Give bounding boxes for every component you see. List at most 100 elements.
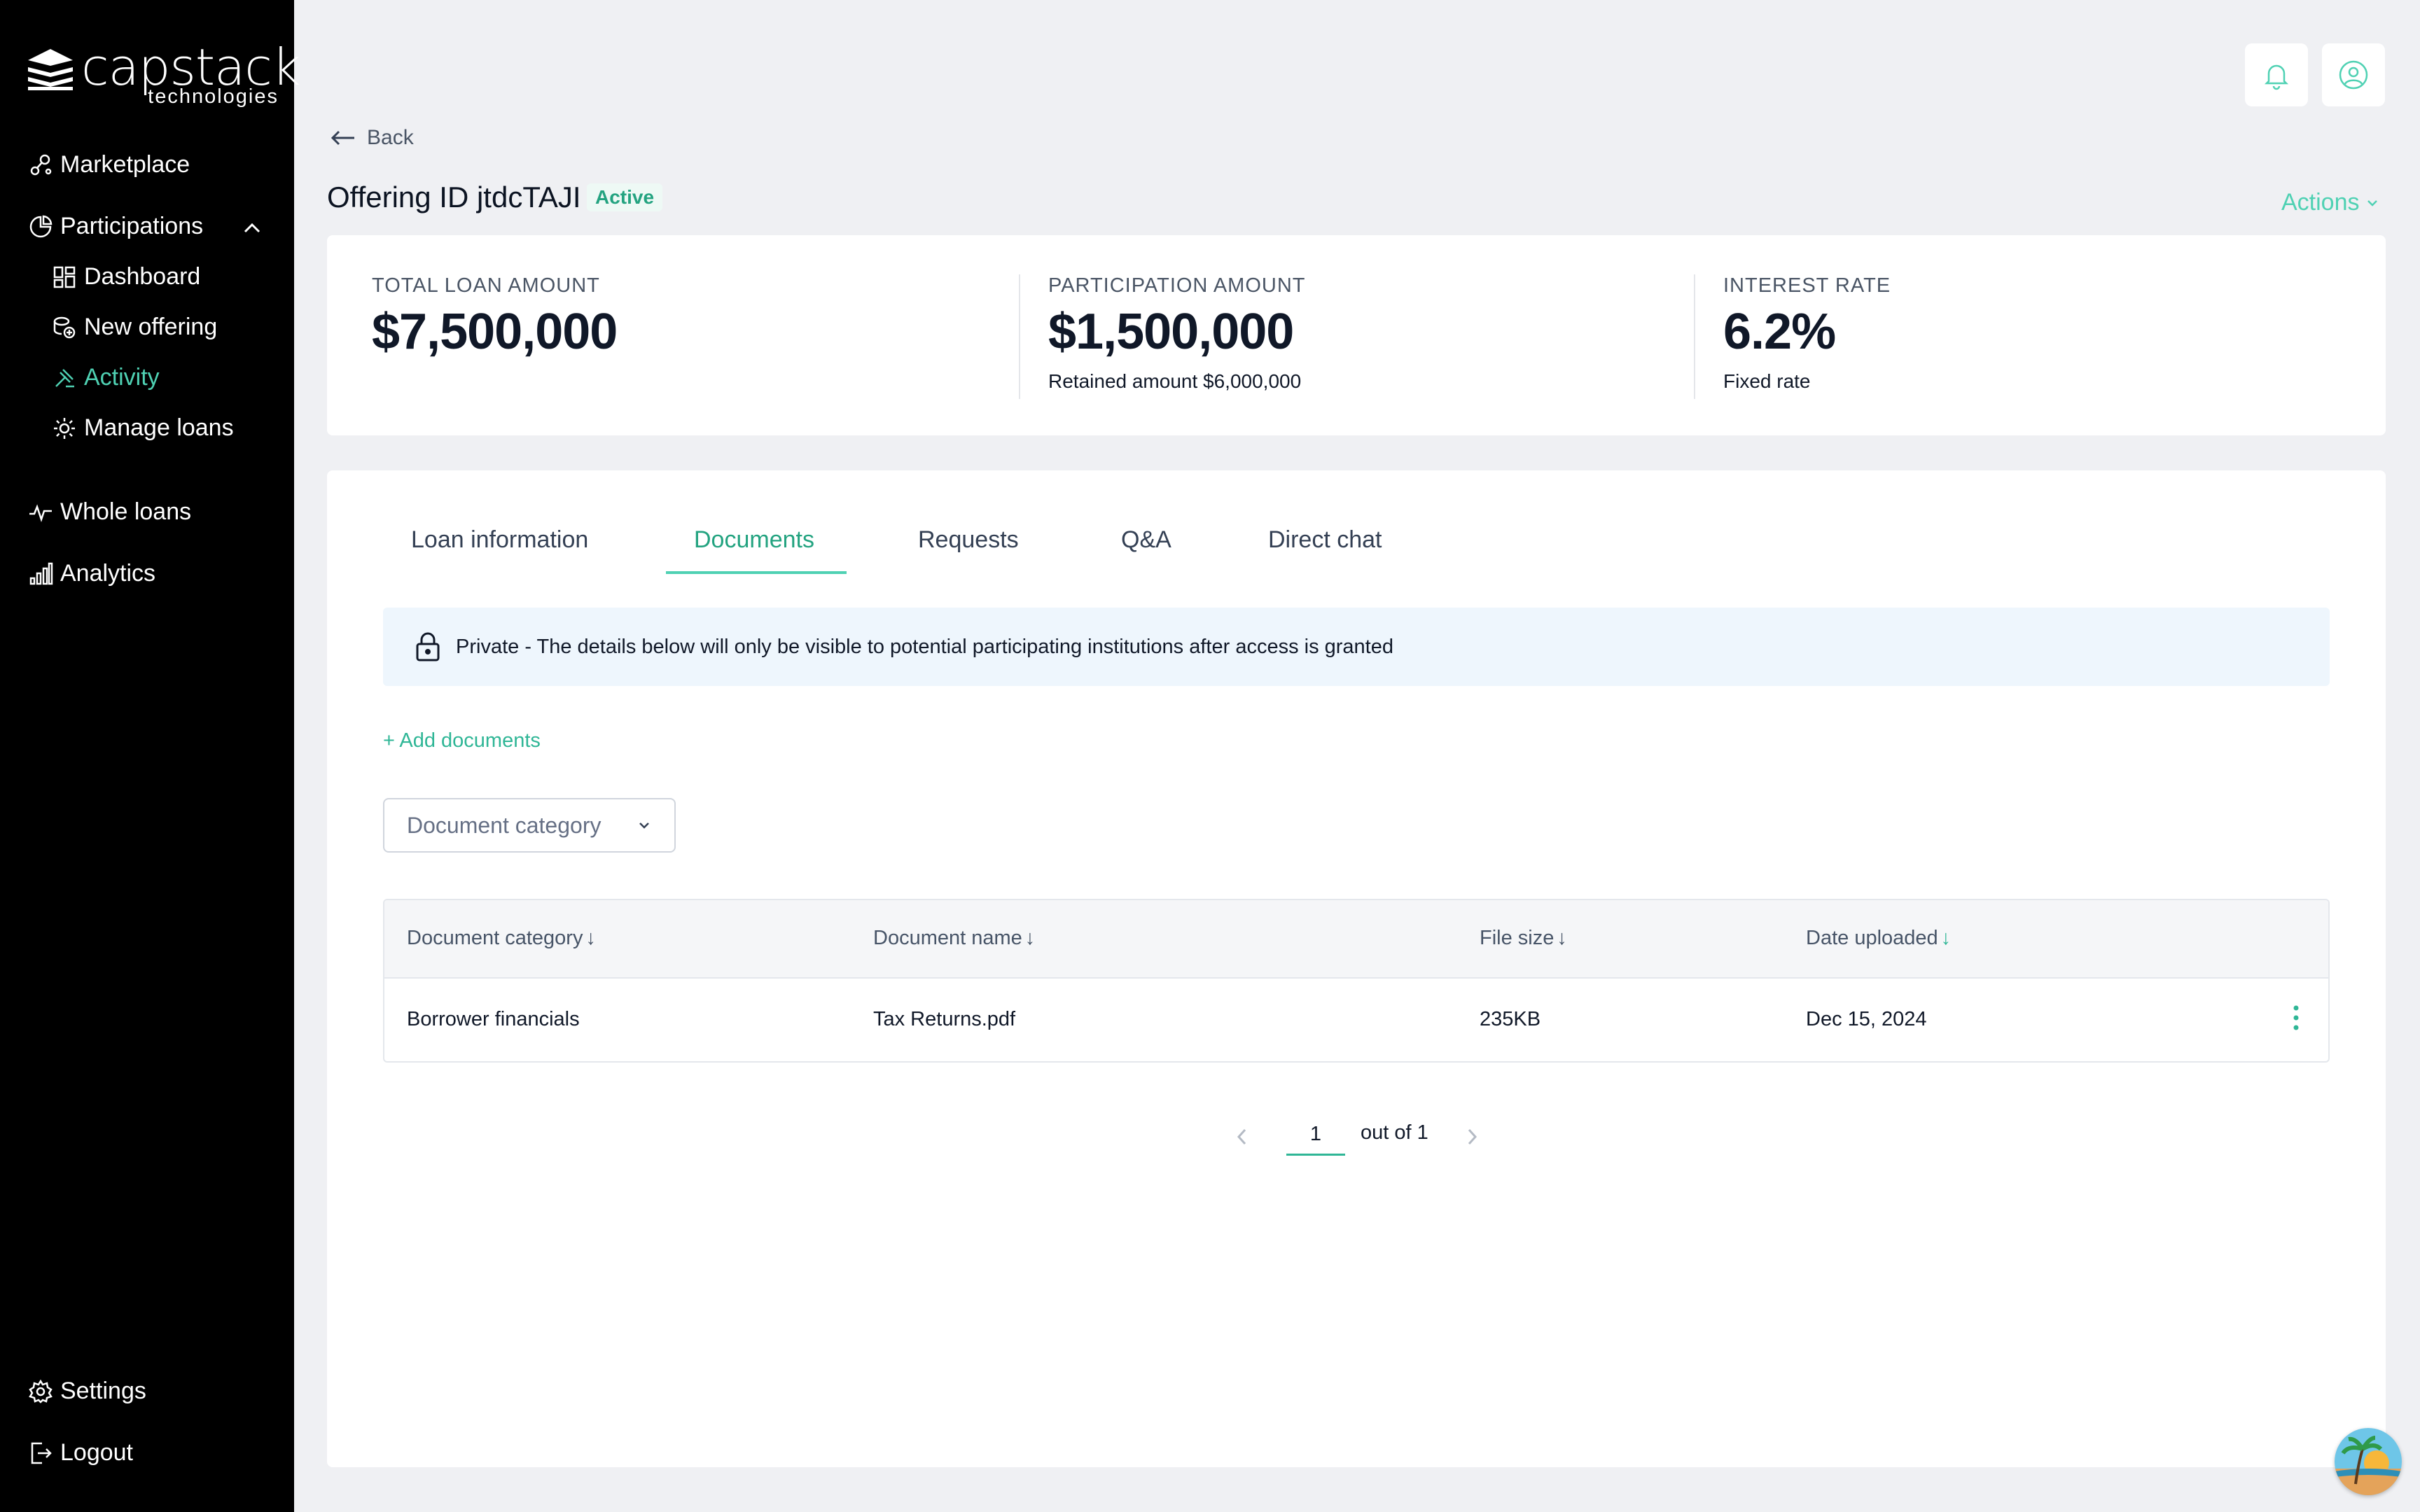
sidebar-item-logout[interactable]: Logout bbox=[28, 1439, 133, 1466]
page-total: out of 1 bbox=[1361, 1121, 1428, 1144]
select-placeholder: Document category bbox=[407, 812, 601, 838]
column-header-size[interactable]: File size ↓ bbox=[1480, 927, 1567, 950]
column-label: Document name bbox=[873, 927, 1022, 949]
whole-loans-icon bbox=[29, 503, 52, 522]
chevron-down-icon bbox=[639, 822, 649, 829]
sidebar-item-label: Dashboard bbox=[84, 263, 201, 290]
gear-icon bbox=[29, 1379, 53, 1404]
sidebar-item-whole-loans[interactable]: Whole loans bbox=[28, 498, 191, 526]
sidebar-item-dashboard[interactable]: Dashboard bbox=[52, 263, 200, 290]
brand-logo[interactable]: capstack technologies bbox=[27, 39, 301, 109]
actions-dropdown[interactable]: Actions bbox=[2281, 189, 2381, 216]
stat-label: PARTICIPATION AMOUNT bbox=[1048, 274, 1306, 297]
notice-text: Private - The details below will only be… bbox=[456, 635, 1393, 658]
sidebar-item-label: Logout bbox=[60, 1439, 133, 1466]
brand-sub: technologies bbox=[148, 85, 279, 108]
active-tab-indicator bbox=[666, 571, 847, 574]
tab-documents[interactable]: Documents bbox=[694, 526, 814, 554]
documents-table: Document category ↓ Document name ↓ File s… bbox=[383, 899, 2330, 1063]
activity-icon bbox=[55, 368, 74, 387]
stat-divider bbox=[1019, 274, 1020, 399]
sidebar-item-label: Participations bbox=[60, 213, 204, 239]
sidebar-item-participations[interactable]: Participations bbox=[28, 213, 203, 240]
tab-loan-information[interactable]: Loan information bbox=[411, 526, 588, 554]
actions-label: Actions bbox=[2281, 189, 2360, 216]
column-header-name[interactable]: Document name ↓ bbox=[873, 927, 1035, 950]
sort-arrow-icon: ↓ bbox=[1557, 927, 1567, 949]
sidebar-item-label: Analytics bbox=[60, 560, 156, 587]
sidebar-item-label: Marketplace bbox=[60, 151, 190, 178]
table-header: Document category ↓ Document name ↓ File s… bbox=[384, 900, 2328, 979]
chevron-down-icon bbox=[2367, 200, 2377, 206]
stat-interest-rate: INTEREST RATE 6.2% Fixed rate bbox=[1723, 274, 1891, 393]
stat-label: INTEREST RATE bbox=[1723, 274, 1891, 297]
dashboard-icon bbox=[53, 266, 76, 288]
loan-summary-card: TOTAL LOAN AMOUNT $7,500,000 PARTICIPATI… bbox=[327, 235, 2386, 435]
page-number-input[interactable]: 1 bbox=[1286, 1119, 1345, 1156]
logout-icon bbox=[31, 1442, 52, 1464]
marketplace-icon bbox=[30, 154, 52, 175]
sidebar-item-settings[interactable]: Settings bbox=[28, 1378, 146, 1405]
column-label: Date uploaded bbox=[1806, 927, 1938, 949]
documents-panel: Loan information Documents Requests Q&A … bbox=[327, 470, 2386, 1467]
sidebar-item-label: Activity bbox=[84, 364, 160, 391]
notifications-button[interactable] bbox=[2245, 43, 2308, 106]
sidebar-item-label: Manage loans bbox=[84, 414, 234, 441]
sort-arrow-icon: ↓ bbox=[1024, 927, 1036, 949]
chevron-up-icon[interactable] bbox=[239, 216, 265, 241]
manage-loans-icon bbox=[54, 417, 75, 439]
capstack-logo-icon bbox=[28, 49, 73, 90]
stat-value: 6.2% bbox=[1723, 304, 1836, 360]
beach-avatar-icon bbox=[2335, 1428, 2402, 1495]
sidebar-item-new-offering[interactable]: New offering bbox=[52, 314, 217, 341]
sidebar-item-label: New offering bbox=[84, 314, 218, 340]
private-notice: Private - The details below will only be… bbox=[383, 608, 2330, 686]
column-header-date[interactable]: Date uploaded ↓ bbox=[1806, 927, 1951, 950]
stat-label: TOTAL LOAN AMOUNT bbox=[372, 274, 600, 297]
cell-name[interactable]: Tax Returns.pdf bbox=[873, 1008, 1015, 1031]
chevron-right-icon[interactable] bbox=[1461, 1123, 1482, 1151]
bell-icon bbox=[2264, 64, 2289, 90]
user-circle-icon bbox=[2339, 60, 2368, 90]
sidebar-item-label: Whole loans bbox=[60, 498, 192, 525]
tab-direct-chat[interactable]: Direct chat bbox=[1268, 526, 1382, 554]
stat-sub: Retained amount $6,000,000 bbox=[1048, 370, 1302, 392]
sidebar-item-activity[interactable]: Activity bbox=[52, 364, 160, 391]
stat-total-loan: TOTAL LOAN AMOUNT $7,500,000 bbox=[372, 274, 618, 360]
new-offering-icon bbox=[53, 316, 76, 338]
column-header-category[interactable]: Document category ↓ bbox=[407, 927, 596, 950]
profile-button[interactable] bbox=[2322, 43, 2385, 106]
assistant-avatar[interactable] bbox=[2335, 1428, 2402, 1495]
sidebar-item-label: Settings bbox=[60, 1378, 146, 1404]
column-label: File size bbox=[1480, 927, 1555, 949]
tab-qa[interactable]: Q&A bbox=[1121, 526, 1171, 554]
cell-size: 235KB bbox=[1480, 1008, 1541, 1030]
arrow-left-icon bbox=[331, 130, 354, 146]
lock-icon bbox=[416, 632, 440, 662]
sidebar-item-analytics[interactable]: Analytics bbox=[28, 560, 155, 587]
stat-value: $1,500,000 bbox=[1048, 304, 1294, 360]
stat-sub: Fixed rate bbox=[1723, 370, 1811, 392]
tab-requests[interactable]: Requests bbox=[918, 526, 1019, 554]
chevron-left-icon[interactable] bbox=[1232, 1123, 1253, 1151]
page-title: Offering ID jtdcTAJI bbox=[327, 181, 581, 214]
stat-participation-amount: PARTICIPATION AMOUNT $1,500,000 Retained… bbox=[1048, 274, 1306, 393]
cell-category: Borrower financials bbox=[407, 1008, 580, 1030]
sidebar-item-marketplace[interactable]: Marketplace bbox=[28, 151, 190, 178]
cell-date: Dec 15, 2024 bbox=[1806, 1008, 1927, 1030]
column-label: Document category bbox=[407, 927, 583, 949]
sidebar: capstack technologies Marketplace Partic… bbox=[0, 0, 301, 1512]
document-category-select[interactable]: Document category bbox=[383, 798, 676, 853]
stat-divider bbox=[1694, 274, 1695, 399]
stat-value: $7,500,000 bbox=[372, 304, 618, 360]
analytics-icon bbox=[29, 562, 53, 584]
sort-arrow-icon: ↓ bbox=[585, 927, 596, 949]
status-badge: Active bbox=[587, 183, 663, 211]
participations-icon bbox=[29, 215, 53, 237]
sidebar-item-manage-loans[interactable]: Manage loans bbox=[52, 414, 234, 442]
back-link[interactable]: Back bbox=[329, 126, 414, 150]
sort-arrow-icon: ↓ bbox=[1940, 927, 1952, 949]
more-options-icon[interactable] bbox=[2292, 1004, 2300, 1032]
add-documents-link[interactable]: + Add documents bbox=[383, 729, 541, 752]
back-label: Back bbox=[367, 126, 414, 149]
